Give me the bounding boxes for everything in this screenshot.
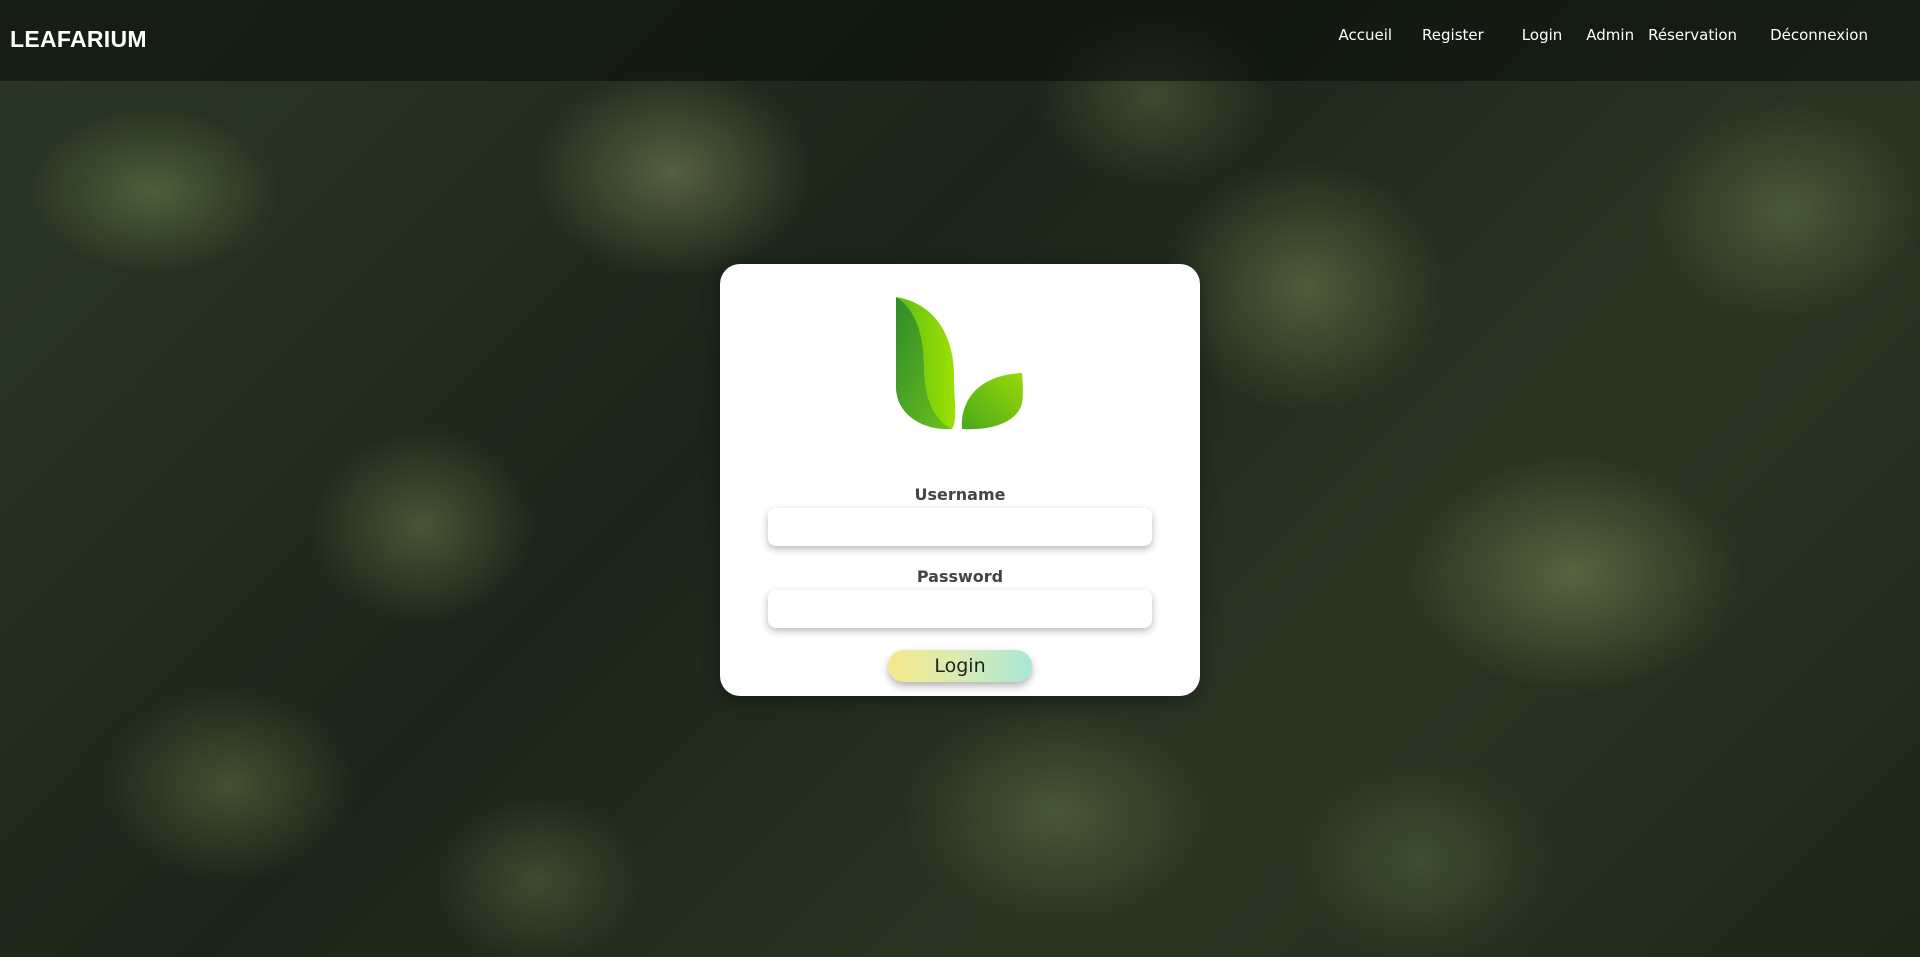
nav-link-deconnexion[interactable]: Déconnexion — [1770, 26, 1868, 44]
username-input[interactable] — [768, 508, 1152, 546]
login-button[interactable]: Login — [888, 650, 1032, 682]
nav-link-admin[interactable]: Admin — [1586, 26, 1634, 44]
username-label: Username — [914, 485, 1006, 504]
top-navbar: LEAFARIUM Accueil Register Login Admin R… — [0, 0, 1920, 81]
leaf-logo-icon — [896, 297, 1023, 430]
brand-logo-text[interactable]: LEAFARIUM — [10, 26, 147, 53]
password-input[interactable] — [768, 590, 1152, 628]
password-label: Password — [916, 567, 1004, 586]
nav-link-accueil[interactable]: Accueil — [1338, 26, 1392, 44]
login-card: Username Password Login — [720, 264, 1200, 696]
nav-links: Accueil Register Login Admin Réservation… — [1338, 26, 1868, 44]
nav-link-reservation[interactable]: Réservation — [1648, 26, 1737, 44]
nav-link-login[interactable]: Login — [1522, 26, 1562, 44]
login-page: LEAFARIUM Accueil Register Login Admin R… — [0, 0, 1920, 957]
nav-link-register[interactable]: Register — [1422, 26, 1484, 44]
